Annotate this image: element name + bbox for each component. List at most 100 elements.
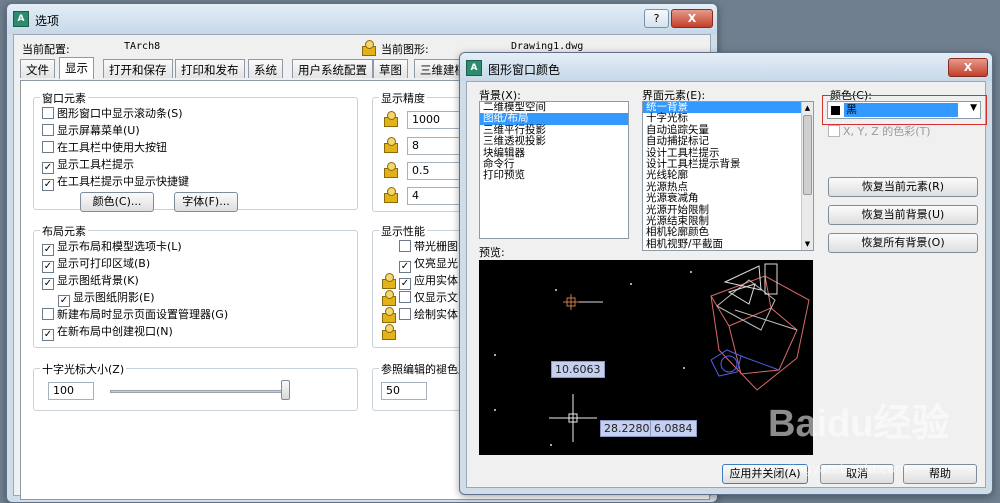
polyline-segments-input[interactable]: 8 (407, 137, 467, 155)
window-element-checkbox-0[interactable]: 图形窗口中显示滚动条(S) (42, 107, 183, 121)
baidu-watermark-logo: Baidu经验 (768, 403, 950, 445)
checkbox-label: 显示布局和模型选项卡(L) (57, 240, 182, 253)
performance-checkbox-4[interactable]: 绘制实体 (399, 308, 458, 322)
checkbox-box: ✓ (42, 162, 54, 174)
window-element-checkbox-2[interactable]: 在工具栏中使用大按钮 (42, 141, 167, 155)
arc-smoothness-input[interactable]: 1000 (407, 111, 467, 129)
tab-files[interactable]: 文件 (20, 59, 55, 78)
crosshair-size-slider-track[interactable] (110, 390, 286, 393)
crosshair-size-slider-thumb[interactable] (281, 380, 290, 400)
xref-fade-input[interactable]: 50 (381, 382, 427, 400)
checkbox-box: ✓ (42, 329, 54, 341)
help-button[interactable]: ? (644, 9, 669, 28)
crosshair-size-group: 十字光标大小(Z) 100 (33, 361, 358, 411)
layout-element-checkbox-1[interactable]: ✓ 显示可打印区域(B) (42, 257, 150, 273)
checkbox-box (42, 141, 54, 153)
checkbox-box (42, 124, 54, 136)
scroll-up-arrow[interactable]: ▲ (802, 102, 813, 114)
crosshair-size-input[interactable]: 100 (48, 382, 94, 400)
checkbox-label: 在工具栏中使用大按钮 (57, 141, 167, 154)
preview-canvas: 10.6063 28.2280 6.0884 (479, 260, 813, 455)
colors-titlebar[interactable]: A 图形窗口颜色 X (460, 53, 992, 81)
layout-element-checkbox-2[interactable]: ✓ 显示图纸背景(K) (42, 274, 139, 290)
preview-tooltip-value-1: 10.6063 (551, 361, 605, 378)
interface-list-item[interactable]: 光源衰减角 (643, 192, 801, 204)
checkbox-label: 仅亮显光 (414, 257, 458, 270)
context-list-item[interactable]: 三维透视投影 (480, 135, 628, 147)
checkbox-label: 显示可打印区域(B) (57, 257, 151, 270)
layout-element-checkbox-0[interactable]: ✓ 显示布局和模型选项卡(L) (42, 240, 182, 256)
restore-all-contexts-button[interactable]: 恢复所有背景(O) (828, 233, 978, 253)
display-performance-title: 显示性能 (379, 223, 427, 239)
performance-icon (381, 306, 397, 323)
color-dropdown[interactable]: 黑 ▼ (827, 101, 981, 119)
checkbox-box: ✓ (42, 261, 54, 273)
chevron-down-icon[interactable]: ▼ (970, 103, 977, 113)
checkbox-label: 显示屏幕菜单(U) (57, 124, 140, 137)
baidu-watermark-url: jingyan.baidu.com (788, 462, 908, 477)
resolution-icon-2 (383, 136, 399, 153)
layout-elements-group: 布局元素 ✓ 显示布局和模型选项卡(L) ✓ 显示可打印区域(B) ✓ 显示图纸背景(K)… (33, 223, 358, 348)
tab-system[interactable]: 系统 (248, 59, 283, 78)
performance-checkbox-0[interactable]: 带光栅图 (399, 240, 458, 254)
render-smoothness-input[interactable]: 0.5 (407, 162, 467, 180)
tab-plot-publish[interactable]: 打印和发布 (175, 59, 245, 78)
checkbox-label: 仅显示文 (414, 291, 458, 304)
performance-checkbox-3[interactable]: 仅显示文 (399, 291, 458, 305)
interface-element-list[interactable]: 统一背景 十字光标 自动追踪矢量 自动捕捉标记 设计工具栏提示 设计工具栏提示背景 光线轮廓… (642, 101, 814, 251)
checkbox-label: 带光栅图 (414, 240, 458, 253)
checkbox-label: 图形窗口中显示滚动条(S) (57, 107, 183, 120)
performance-icon (381, 289, 397, 306)
preview-label: 预览: (479, 246, 505, 259)
checkbox-box (399, 291, 411, 303)
tab-drafting[interactable]: 草图 (373, 59, 408, 78)
resolution-icon-1 (383, 110, 399, 127)
tab-user-preferences[interactable]: 用户系统配置 (292, 59, 373, 78)
colors-close-button[interactable]: X (948, 58, 988, 77)
contour-lines-input[interactable]: 4 (407, 187, 467, 205)
performance-checkbox-2[interactable]: ✓ 应用实体 (399, 274, 458, 290)
colors-button[interactable]: 颜色(C)... (80, 192, 154, 212)
context-list[interactable]: 二维模型空间 图纸/布局 三维平行投影 三维透视投影 块编辑器 命令行 打印预览 (479, 101, 629, 239)
xyz-tint-checkbox[interactable]: X, Y, Z 的色彩(T) (828, 125, 931, 139)
checkbox-label: 在工具栏提示中显示快捷键 (57, 175, 189, 188)
layout-element-checkbox-3[interactable]: ✓ 显示图纸阴影(E) (58, 291, 155, 307)
window-element-checkbox-4[interactable]: ✓ 在工具栏提示中显示快捷键 (42, 175, 189, 191)
checkbox-box: ✓ (58, 295, 70, 307)
window-element-checkbox-3[interactable]: ✓ 显示工具栏提示 (42, 158, 134, 174)
layout-element-checkbox-4[interactable]: 新建布局时显示页面设置管理器(G) (42, 308, 228, 322)
window-elements-group: 窗口元素 图形窗口中显示滚动条(S) 显示屏幕菜单(U) 在工具栏中使用大按钮 ✓ 显示… (33, 90, 358, 212)
checkbox-box: ✓ (42, 179, 54, 191)
options-titlebar[interactable]: A 选项 ? X (7, 4, 717, 34)
layout-element-checkbox-5[interactable]: ✓ 在新布局中创建视口(N) (42, 325, 173, 341)
scroll-thumb[interactable] (803, 115, 812, 195)
context-list-item[interactable]: 打印预览 (480, 170, 628, 181)
crosshair-cursor-icon (549, 394, 597, 442)
resolution-icon-3 (383, 161, 399, 178)
colors-dialog-title: 图形窗口颜色 (488, 63, 561, 77)
restore-current-element-button[interactable]: 恢复当前元素(R) (828, 177, 978, 197)
window-elements-title: 窗口元素 (40, 90, 88, 106)
3d-model-wireframe (710, 263, 810, 391)
restore-current-context-button[interactable]: 恢复当前背景(U) (828, 205, 978, 225)
checkbox-label: 显示图纸阴影(E) (73, 291, 155, 304)
options-title: 选项 (35, 14, 60, 28)
tab-open-save[interactable]: 打开和保存 (103, 59, 173, 78)
interface-list-item[interactable]: 相机视野/平截面 (643, 238, 801, 250)
help-dialog-button[interactable]: 帮助 (903, 464, 977, 484)
checkbox-box: ✓ (42, 244, 54, 256)
display-resolution-title: 显示精度 (379, 90, 427, 106)
performance-icon (381, 323, 397, 340)
checkbox-box (42, 308, 54, 320)
checkbox-label: 新建布局时显示页面设置管理器(G) (57, 308, 229, 321)
interface-list-item[interactable]: 自动捕捉标记 (643, 135, 801, 147)
window-element-checkbox-1[interactable]: 显示屏幕菜单(U) (42, 124, 140, 138)
performance-checkbox-1[interactable]: ✓ 仅亮显光 (399, 257, 458, 273)
interface-list-scrollbar[interactable]: ▲ ▼ (801, 102, 813, 250)
scroll-down-arrow[interactable]: ▼ (802, 238, 813, 250)
fonts-button[interactable]: 字体(F)... (174, 192, 238, 212)
tab-display[interactable]: 显示 (59, 57, 94, 79)
interface-list-item[interactable]: 相机轮廓颜色 (643, 227, 801, 238)
close-button[interactable]: X (671, 9, 713, 28)
layout-elements-title: 布局元素 (40, 223, 88, 239)
